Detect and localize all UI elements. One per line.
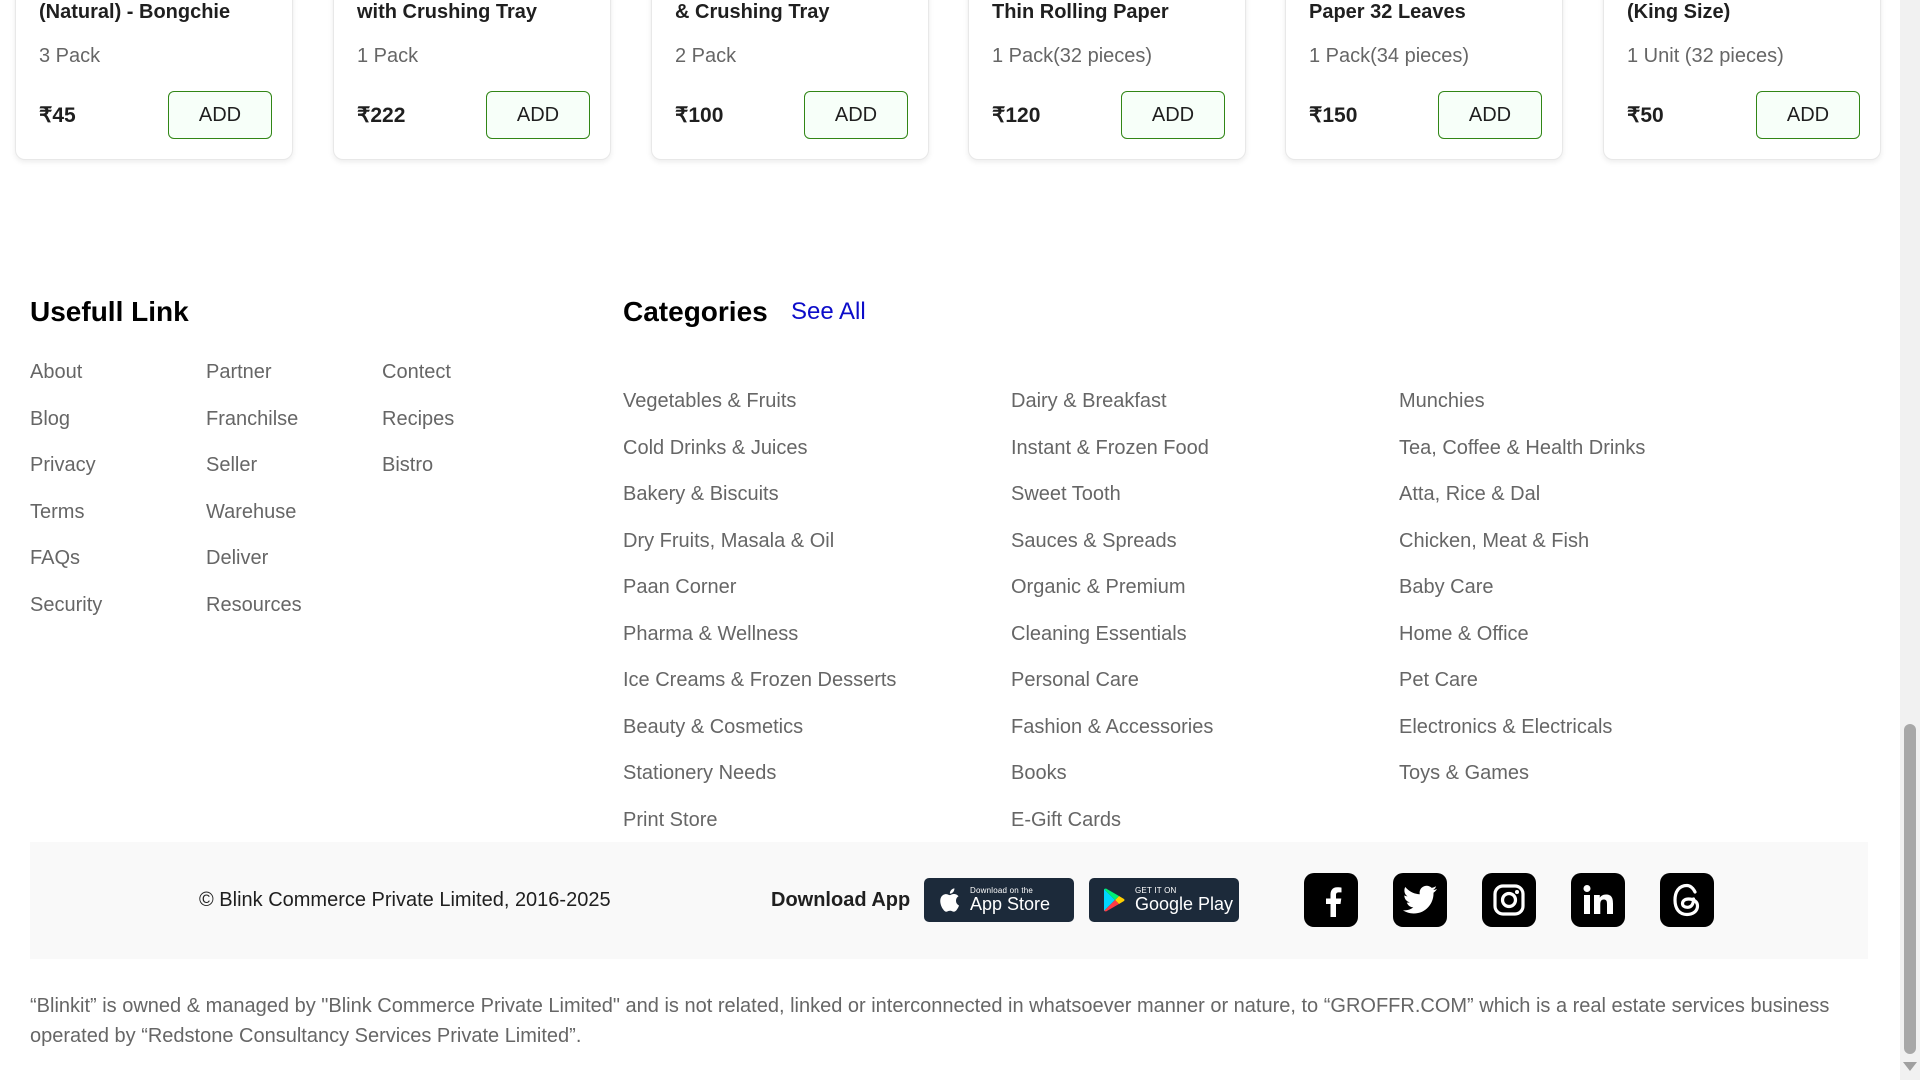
download-app-label: Download App xyxy=(771,889,911,911)
category-link[interactable]: Atta, Rice & Dal xyxy=(1399,483,1540,506)
google-play-badge[interactable]: GET IT ON Google Play xyxy=(1089,878,1239,922)
add-to-cart-button[interactable]: ADD xyxy=(1756,91,1860,139)
product-title[interactable]: Thin Rolling Paper xyxy=(992,1,1169,24)
add-to-cart-button[interactable]: ADD xyxy=(168,91,272,139)
product-quantity: 2 Pack xyxy=(675,45,737,67)
category-link[interactable]: Baby Care xyxy=(1399,576,1494,599)
category-link[interactable]: Ice Creams & Frozen Desserts xyxy=(623,669,896,692)
footer-link-bistro[interactable]: Bistro xyxy=(382,454,433,477)
footer-link-resources[interactable]: Resources xyxy=(206,594,302,617)
apple-icon xyxy=(938,887,966,913)
footer-link-partner[interactable]: Partner xyxy=(206,361,272,384)
add-to-cart-button[interactable]: ADD xyxy=(804,91,908,139)
product-quantity: 3 Pack xyxy=(39,45,101,67)
facebook-icon[interactable] xyxy=(1304,873,1358,927)
category-link[interactable]: Cleaning Essentials xyxy=(1011,623,1187,646)
footer-link-contact[interactable]: Contect xyxy=(382,361,451,384)
category-link[interactable]: Instant & Frozen Food xyxy=(1011,437,1209,460)
app-store-badge[interactable]: Download on the App Store xyxy=(924,878,1074,922)
product-price: ₹150 xyxy=(1309,104,1358,127)
product-card[interactable]: Thin Rolling Paper 1 Pack(32 pieces) ₹12… xyxy=(968,0,1246,160)
category-link[interactable]: Electronics & Electricals xyxy=(1399,716,1612,739)
footer-link-security[interactable]: Security xyxy=(30,594,102,617)
product-quantity: 1 Unit (32 pieces) xyxy=(1627,45,1784,67)
google-play-icon xyxy=(1103,888,1131,912)
category-link[interactable]: Pet Care xyxy=(1399,669,1478,692)
disclaimer-text: “Blinkit” is owned & managed by "Blink C… xyxy=(30,995,1830,1047)
category-link[interactable]: Sweet Tooth xyxy=(1011,483,1121,506)
product-card[interactable]: with Crushing Tray 1 Pack ₹222 ADD xyxy=(333,0,611,160)
product-card[interactable]: (King Size) 1 Unit (32 pieces) ₹50 ADD xyxy=(1603,0,1881,160)
product-price: ₹50 xyxy=(1627,104,1664,127)
product-title[interactable]: & Crushing Tray xyxy=(675,1,829,24)
google-play-big-text: Google Play xyxy=(1135,894,1234,914)
linkedin-icon[interactable] xyxy=(1571,873,1625,927)
footer-link-franchise[interactable]: Franchilse xyxy=(206,408,298,431)
category-link[interactable]: Cold Drinks & Juices xyxy=(623,437,808,460)
category-link[interactable]: Tea, Coffee & Health Drinks xyxy=(1399,437,1645,460)
category-link[interactable]: Home & Office xyxy=(1399,623,1529,646)
threads-icon[interactable] xyxy=(1660,873,1714,927)
scroll-down-arrow-icon[interactable] xyxy=(1903,1062,1917,1071)
product-price: ₹100 xyxy=(675,104,724,127)
footer-link-terms[interactable]: Terms xyxy=(30,501,84,524)
category-link[interactable]: Organic & Premium xyxy=(1011,576,1186,599)
see-all-link[interactable]: See All xyxy=(791,298,866,326)
add-to-cart-button[interactable]: ADD xyxy=(1121,91,1225,139)
product-card[interactable]: Paper 32 Leaves 1 Pack(34 pieces) ₹150 A… xyxy=(1285,0,1563,160)
product-title[interactable]: (Natural) - Bongchie xyxy=(39,1,230,24)
vertical-scrollbar[interactable] xyxy=(1900,0,1920,1080)
category-link[interactable]: Munchies xyxy=(1399,390,1485,413)
categories-heading: Categories xyxy=(623,296,768,327)
product-card-row: (Natural) - Bongchie 3 Pack ₹45 ADD with… xyxy=(15,0,1895,162)
twitter-icon[interactable] xyxy=(1393,873,1447,927)
category-link[interactable]: Paan Corner xyxy=(623,576,736,599)
category-link[interactable]: Fashion & Accessories xyxy=(1011,716,1213,739)
useful-links-heading: Usefull Link xyxy=(30,296,189,327)
product-quantity: 1 Pack(32 pieces) xyxy=(992,45,1153,67)
add-to-cart-button[interactable]: ADD xyxy=(1438,91,1542,139)
product-title[interactable]: Paper 32 Leaves xyxy=(1309,1,1466,24)
footer-link-about[interactable]: About xyxy=(30,361,82,384)
product-card[interactable]: & Crushing Tray 2 Pack ₹100 ADD xyxy=(651,0,929,160)
product-price: ₹120 xyxy=(992,104,1041,127)
product-title[interactable]: with Crushing Tray xyxy=(357,1,537,24)
footer-link-recipes[interactable]: Recipes xyxy=(382,408,454,431)
category-link[interactable]: Beauty & Cosmetics xyxy=(623,716,803,739)
footer-link-privacy[interactable]: Privacy xyxy=(30,454,96,477)
category-link[interactable]: Dry Fruits, Masala & Oil xyxy=(623,530,834,553)
category-link[interactable]: E-Gift Cards xyxy=(1011,809,1121,832)
category-link[interactable]: Vegetables & Fruits xyxy=(623,390,796,413)
product-price: ₹222 xyxy=(357,104,406,127)
category-link[interactable]: Stationery Needs xyxy=(623,762,776,785)
category-link[interactable]: Dairy & Breakfast xyxy=(1011,390,1167,413)
product-title[interactable]: (King Size) xyxy=(1627,1,1730,24)
category-link[interactable]: Chicken, Meat & Fish xyxy=(1399,530,1589,553)
category-link[interactable]: Bakery & Biscuits xyxy=(623,483,779,506)
scrollbar-thumb[interactable] xyxy=(1904,724,1916,1054)
add-to-cart-button[interactable]: ADD xyxy=(486,91,590,139)
instagram-icon[interactable] xyxy=(1482,873,1536,927)
product-price: ₹45 xyxy=(39,104,76,127)
category-link[interactable]: Print Store xyxy=(623,809,717,832)
app-store-big-text: App Store xyxy=(970,894,1051,914)
footer-link-warehouse[interactable]: Warehuse xyxy=(206,501,296,524)
category-link[interactable]: Books xyxy=(1011,762,1067,785)
copyright-text: © Blink Commerce Private Limited, 2016-2… xyxy=(199,889,611,911)
category-link[interactable]: Pharma & Wellness xyxy=(623,623,798,646)
category-link[interactable]: Toys & Games xyxy=(1399,762,1529,785)
category-link[interactable]: Sauces & Spreads xyxy=(1011,530,1177,553)
footer-link-seller[interactable]: Seller xyxy=(206,454,257,477)
category-link[interactable]: Personal Care xyxy=(1011,669,1139,692)
product-quantity: 1 Pack xyxy=(357,45,419,67)
footer-link-blog[interactable]: Blog xyxy=(30,408,70,431)
product-card[interactable]: (Natural) - Bongchie 3 Pack ₹45 ADD xyxy=(15,0,293,160)
footer-link-deliver[interactable]: Deliver xyxy=(206,547,268,570)
product-quantity: 1 Pack(34 pieces) xyxy=(1309,45,1470,67)
footer-link-faqs[interactable]: FAQs xyxy=(30,547,80,570)
